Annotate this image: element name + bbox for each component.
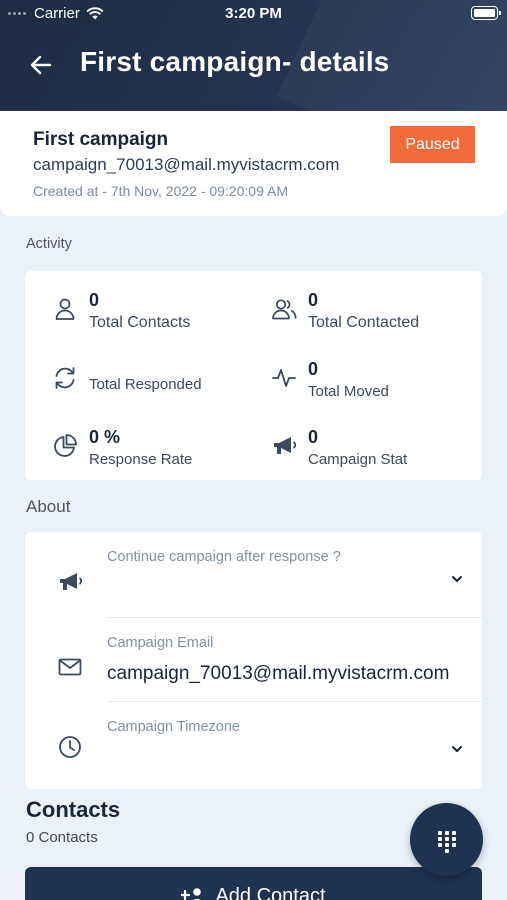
- stat-total-responded: Total Responded: [52, 365, 252, 415]
- campaign-timezone-label: Campaign Timezone: [107, 719, 240, 735]
- stat-value: 0: [308, 427, 319, 447]
- status-badge: Paused: [390, 126, 475, 163]
- back-arrow-icon[interactable]: [28, 52, 54, 78]
- add-contact-label: Add Contact: [215, 885, 326, 900]
- about-section-label: About: [26, 497, 71, 516]
- add-contact-button[interactable]: Add Contact: [25, 867, 482, 900]
- stat-campaign-stat: 0 Campaign Stat: [271, 427, 471, 483]
- page-title: First campaign- details: [80, 46, 390, 77]
- campaign-email-value: campaign_70013@mail.myvistacrm.com: [107, 663, 450, 684]
- campaign-email-label: Campaign Email: [107, 635, 214, 651]
- stat-value: 0: [89, 290, 100, 310]
- app-header: Carrier 3:20 PM First campaign- details: [0, 0, 507, 111]
- continue-campaign-select[interactable]: Continue campaign after response ?: [25, 532, 482, 617]
- campaign-created-date: Created at - 7th Nov, 2022 - 09:20:09 AM: [33, 183, 289, 199]
- pie-chart-icon: [54, 434, 77, 457]
- stat-value: 0: [308, 359, 319, 379]
- dialpad-fab-button[interactable]: [410, 803, 483, 876]
- campaign-name: First campaign: [33, 129, 169, 150]
- battery-icon: [471, 6, 501, 20]
- campaign-email-field[interactable]: Campaign Email campaign_70013@mail.myvis…: [25, 618, 482, 701]
- activity-card: 0 Total Contacts 0 Total Contacted Total…: [25, 271, 482, 480]
- activity-section-label: Activity: [26, 236, 72, 252]
- stat-label: Response Rate: [89, 451, 193, 468]
- stat-total-contacts: 0 Total Contacts: [52, 290, 252, 346]
- add-user-icon: [181, 887, 202, 900]
- stat-label: Total Moved: [308, 383, 389, 400]
- stat-value: 0 %: [89, 427, 121, 447]
- activity-pulse-icon: [272, 369, 296, 387]
- contacts-count: 0 Contacts: [26, 829, 98, 846]
- chevron-down-icon[interactable]: [450, 572, 464, 586]
- stat-label: Total Responded: [89, 376, 202, 393]
- users-icon: [272, 299, 297, 320]
- mail-icon: [58, 658, 82, 676]
- status-time: 3:20 PM: [225, 5, 282, 22]
- clock-icon: [59, 736, 81, 758]
- stat-total-moved: 0 Total Moved: [271, 359, 471, 415]
- about-card: Continue campaign after response ? Campa…: [25, 532, 482, 789]
- stat-label: Campaign Stat: [308, 451, 408, 468]
- campaign-info-card: First campaign campaign_70013@mail.myvis…: [0, 111, 507, 216]
- stat-total-contacted: 0 Total Contacted: [271, 290, 471, 346]
- campaign-email: campaign_70013@mail.myvistacrm.com: [33, 155, 340, 174]
- stat-response-rate: 0 % Response Rate: [52, 427, 252, 483]
- user-icon: [55, 298, 75, 320]
- chevron-down-icon[interactable]: [450, 742, 464, 756]
- stat-label: Total Contacts: [89, 314, 191, 331]
- refresh-icon: [55, 367, 75, 389]
- campaign-timezone-select[interactable]: Campaign Timezone: [25, 702, 482, 789]
- stat-label: Total Contacted: [308, 314, 420, 331]
- dialpad-icon: [438, 831, 456, 853]
- megaphone-icon: [274, 437, 297, 454]
- continue-campaign-label: Continue campaign after response ?: [107, 549, 341, 565]
- stat-value: 0: [308, 290, 319, 310]
- status-bar: Carrier 3:20 PM: [0, 0, 507, 28]
- contacts-title: Contacts: [26, 797, 121, 822]
- megaphone-icon: [60, 573, 83, 590]
